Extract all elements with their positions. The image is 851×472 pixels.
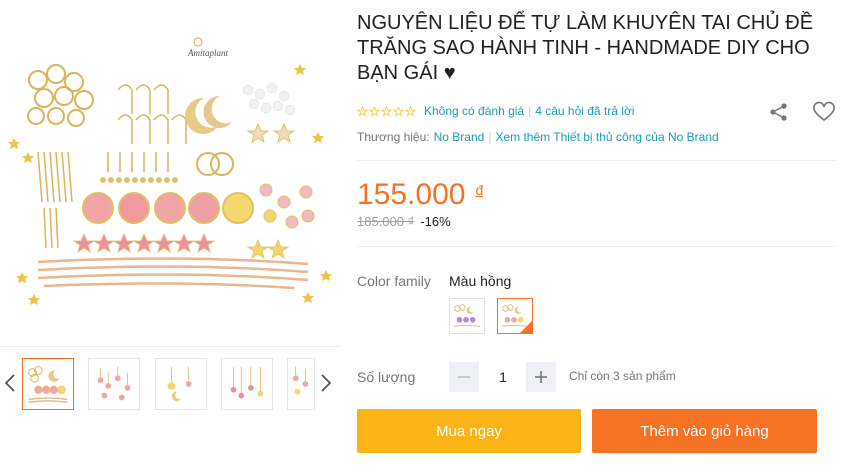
star-icon	[405, 105, 416, 117]
color-swatch-1[interactable]	[449, 298, 485, 334]
rating-stars[interactable]	[357, 105, 416, 117]
heart-icon[interactable]	[812, 101, 836, 123]
selected-check-icon	[520, 321, 532, 333]
variant-selected-value: Màu hồng	[449, 273, 512, 289]
old-price-row: 185.000 ₫ -16%	[357, 214, 451, 229]
chevron-left-icon[interactable]	[2, 368, 18, 398]
product-title: NGUYÊN LIỆU ĐỂ TỰ LÀM KHUYÊN TAI CHỦ ĐỀ …	[357, 12, 814, 84]
variant-label: Color family	[357, 273, 431, 289]
brand-row: Thương hiệu: No Brand | Xem thêm Thiết b…	[357, 130, 719, 144]
thumbnail-2[interactable]	[88, 358, 140, 410]
rating-row: Không có đánh giá | 4 câu hỏi đã trả lời	[357, 104, 634, 118]
add-to-cart-button[interactable]: Thêm vào giỏ hàng	[592, 409, 817, 453]
discount-badge: -16%	[420, 214, 451, 229]
minus-icon	[458, 376, 470, 378]
divider	[357, 160, 837, 161]
reviews-link[interactable]: Không có đánh giá	[424, 104, 524, 118]
quantity-decrease-button[interactable]	[449, 362, 479, 392]
price-value: 155.000	[357, 178, 466, 211]
star-icon	[381, 105, 392, 117]
share-icon[interactable]	[768, 101, 790, 123]
divider: |	[488, 130, 492, 144]
chevron-right-icon[interactable]	[318, 368, 334, 398]
current-price: 155.000 đ	[357, 178, 483, 212]
quantity-label: Số lượng	[357, 369, 416, 385]
main-product-image[interactable]: Amitaplant	[8, 12, 338, 332]
star-icon	[369, 105, 380, 117]
divider: |	[528, 104, 532, 118]
buy-now-button[interactable]: Mua ngay	[357, 409, 581, 453]
divider	[357, 246, 837, 247]
quantity-input[interactable]	[480, 362, 526, 392]
gallery-divider	[0, 346, 340, 347]
price-currency: đ	[475, 182, 484, 198]
original-price: 185.000 ₫	[357, 214, 415, 229]
brand-label: Thương hiệu:	[357, 130, 430, 144]
image-logo-text: Amitaplant	[187, 48, 228, 58]
thumbnail-4[interactable]	[221, 358, 273, 410]
questions-link[interactable]: 4 câu hỏi đã trả lời	[535, 104, 634, 118]
star-icon	[357, 105, 368, 117]
thumbnail-1[interactable]	[22, 358, 74, 410]
more-from-brand-link[interactable]: Xem thêm Thiết bị thủ công của No Brand	[495, 130, 718, 144]
plus-icon	[535, 371, 547, 383]
brand-link[interactable]: No Brand	[434, 130, 485, 144]
star-icon	[393, 105, 404, 117]
thumbnail-strip	[0, 356, 340, 412]
quantity-increase-button[interactable]	[526, 362, 556, 392]
thumbnail-3[interactable]	[155, 358, 207, 410]
thumbnail-5[interactable]	[287, 358, 315, 410]
color-swatch-2[interactable]	[497, 298, 533, 334]
stock-note: Chỉ còn 3 sản phẩm	[569, 369, 676, 383]
